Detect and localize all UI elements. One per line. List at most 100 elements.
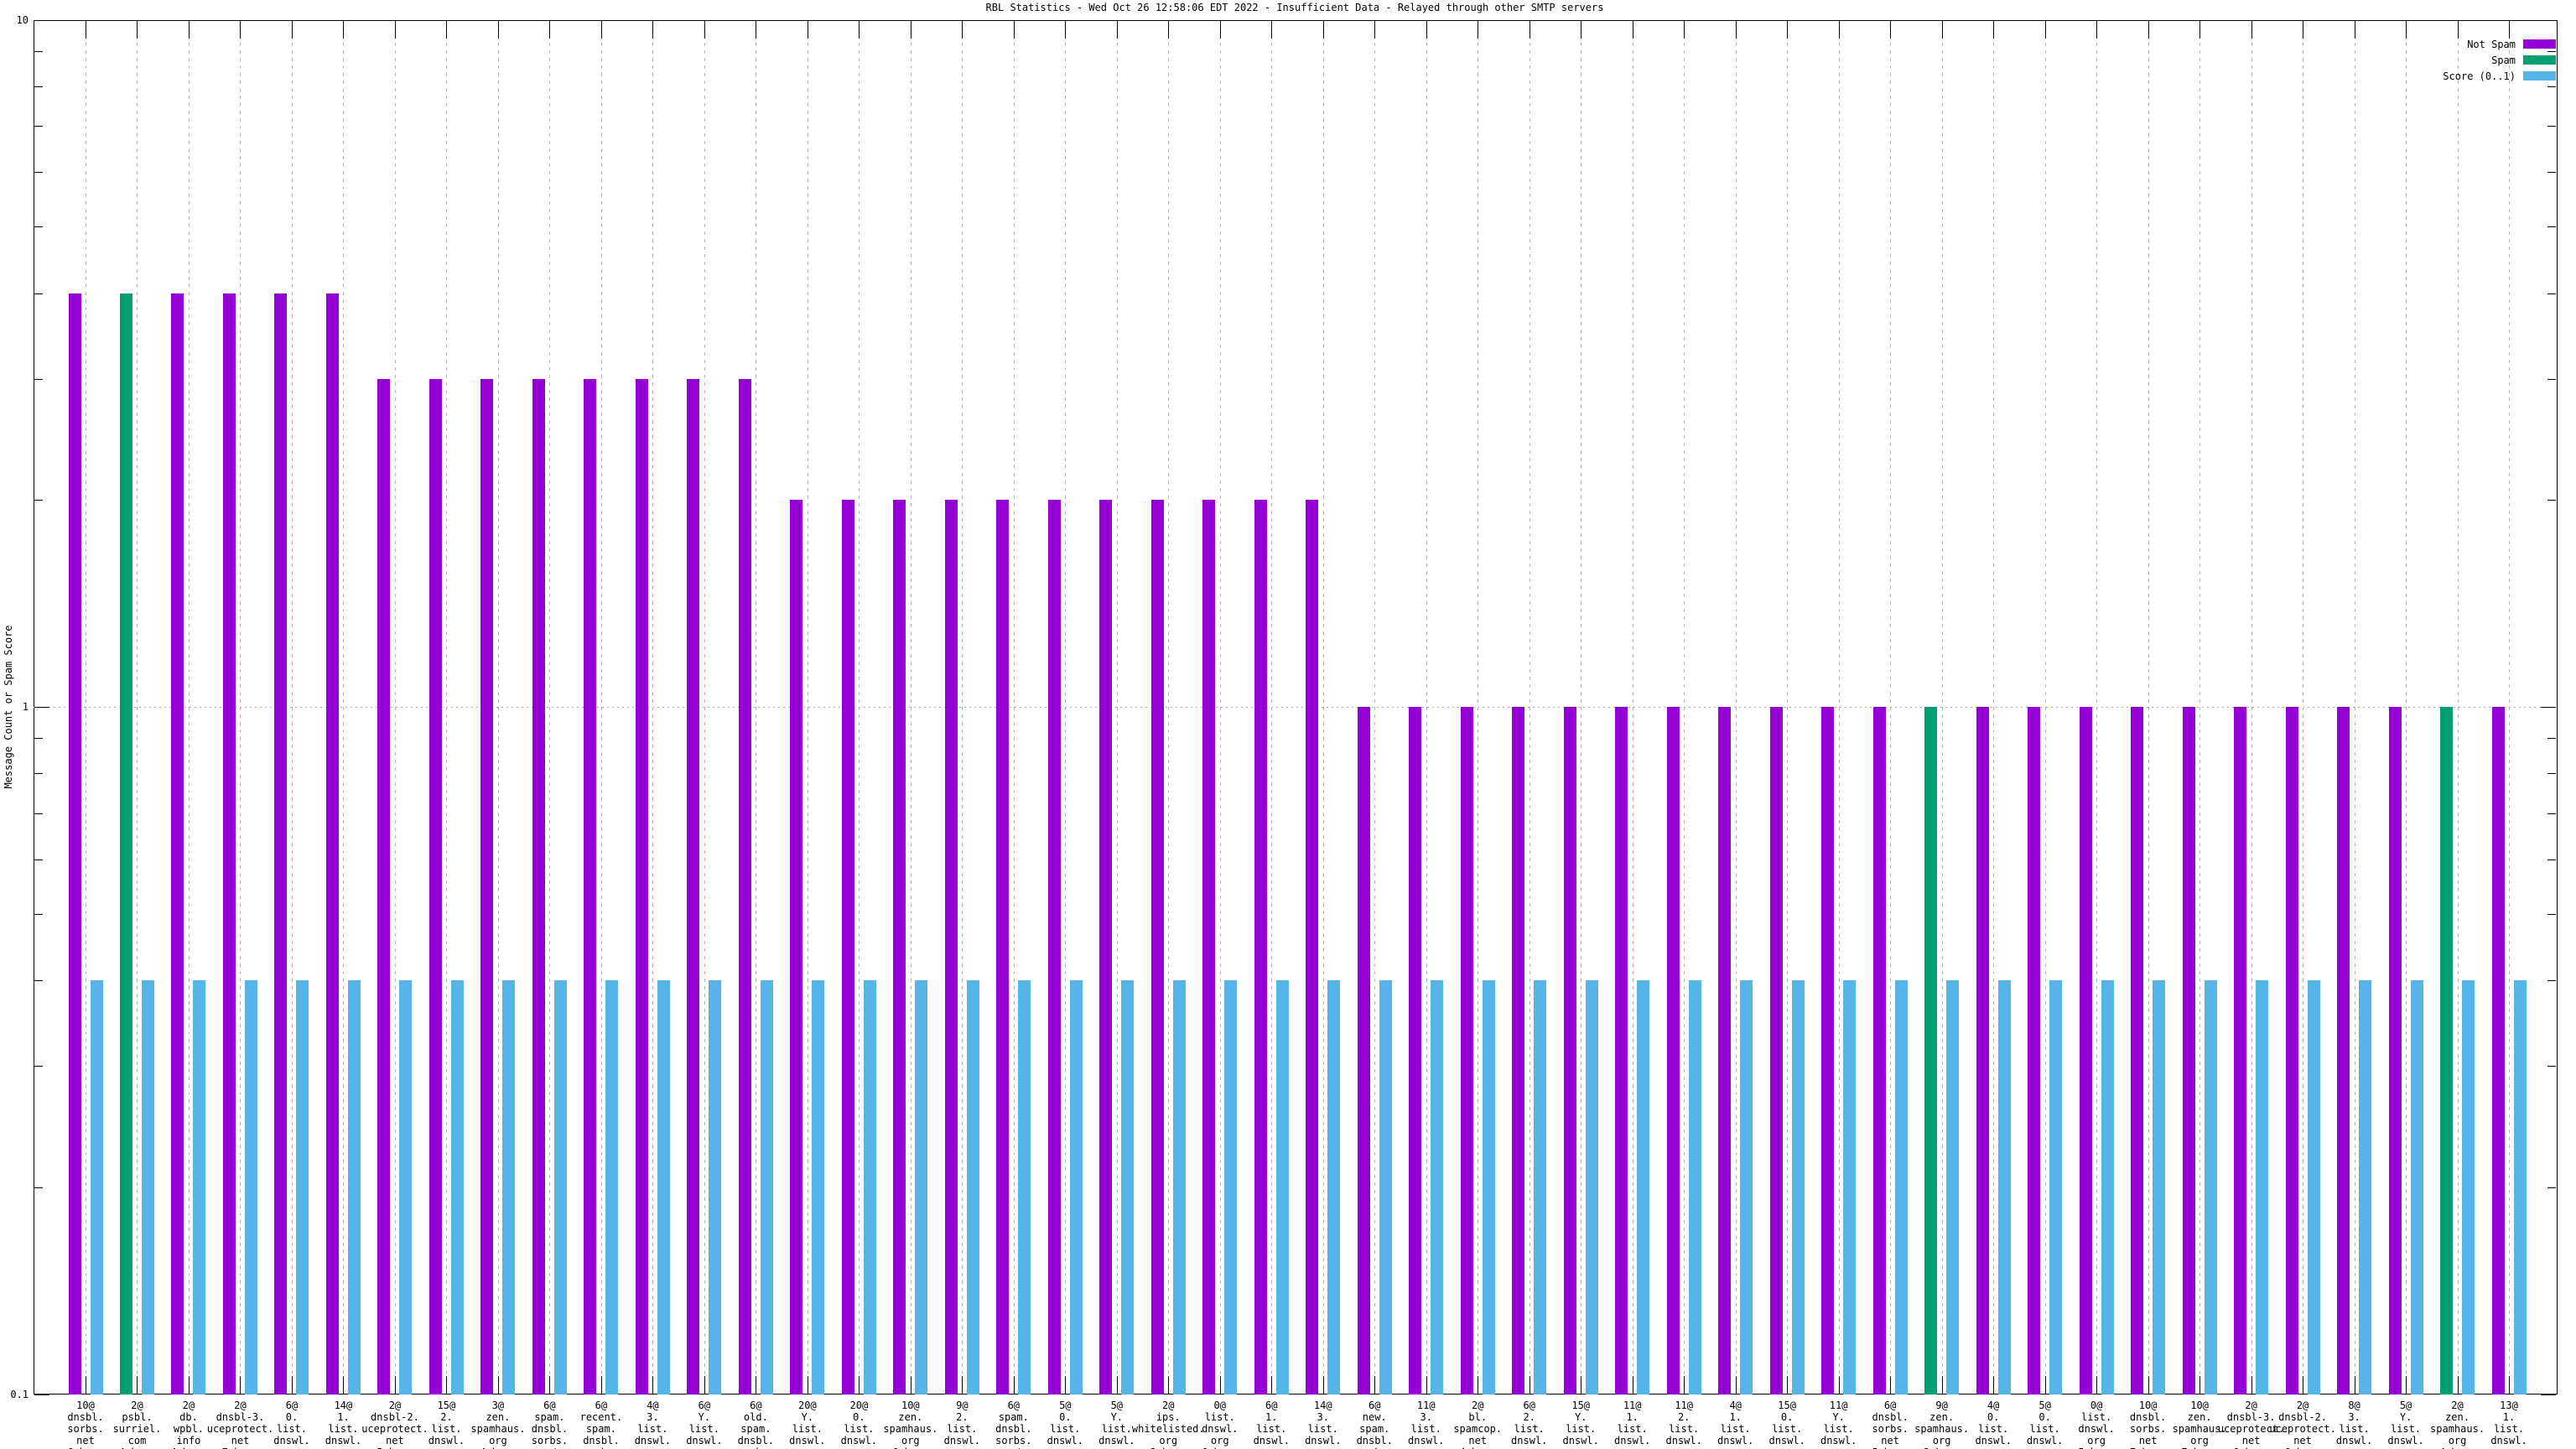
x-tick-label: 6@ Y. list. dnswl. org 4 hops (686, 1400, 723, 1449)
bar-score (2462, 980, 2475, 1394)
x-tick-top (2509, 20, 2510, 39)
y-tick-minor (2547, 980, 2556, 981)
bar-spam (2440, 707, 2453, 1394)
bar-score (1998, 980, 2011, 1394)
bar-not-spam (69, 293, 81, 1394)
bar-score (502, 980, 515, 1394)
x-tick-top (962, 20, 963, 39)
y-tick-minor (2547, 813, 2556, 814)
x-tick-bottom (2199, 1376, 2200, 1394)
y-tick-minor (34, 293, 43, 294)
x-tick-top (2458, 20, 2459, 39)
x-tick-top (292, 20, 293, 39)
bar-not-spam (171, 293, 184, 1394)
gridline-x (704, 20, 705, 1394)
x-tick-top (549, 20, 550, 39)
x-tick-bottom (343, 1376, 344, 1394)
x-tick-top (343, 20, 344, 39)
bar-not-spam (2337, 707, 2350, 1394)
bar-score (1070, 980, 1083, 1394)
gridline-x (2096, 20, 2097, 1394)
legend-swatch-spam (2523, 55, 2556, 65)
y-tick-minor (34, 226, 43, 227)
gridline-y1 (34, 707, 2557, 708)
gridline-x (2199, 20, 2200, 1394)
gridline-x (292, 20, 293, 1394)
x-tick-bottom (2406, 1376, 2407, 1394)
bar-score (1792, 980, 1805, 1394)
x-tick-top (1168, 20, 1169, 39)
y-tick-minor (2547, 500, 2556, 501)
x-tick-top (1065, 20, 1066, 39)
gridline-x (1065, 20, 1066, 1394)
bar-score (1483, 980, 1495, 1394)
gridline-x (1271, 20, 1272, 1394)
y-tick-minor (34, 172, 43, 173)
x-tick-label: 15@ Y. list. dnswl. org 3 hops (1562, 1400, 1599, 1449)
x-tick-bottom (962, 1376, 963, 1394)
bar-not-spam (945, 500, 958, 1394)
y-tick-minor (34, 86, 43, 87)
x-tick-bottom (1787, 1376, 1788, 1394)
bar-not-spam (1615, 707, 1628, 1394)
y-tick-major (2541, 707, 2556, 708)
x-tick-top (859, 20, 860, 39)
x-tick-label: 2@ dnsbl-2. uceprotect. net 5 hops (361, 1400, 428, 1449)
bar-score (812, 980, 824, 1394)
x-tick-label: 14@ 3. list. dnswl. org 1 hop (1305, 1400, 1342, 1449)
y-tick-minor (2547, 1187, 2556, 1188)
x-tick-top (498, 20, 499, 39)
x-tick-label: 15@ 0. list. dnswl. org 3 hops (1768, 1400, 1805, 1449)
x-tick-label: 10@ dnsbl. sorbs. net 7 hops (2129, 1400, 2167, 1449)
x-tick-label: 6@ 2. list. dnswl. org 4 hops (1511, 1400, 1548, 1449)
x-tick-label: 6@ 0. list. dnswl. org 2 hops (273, 1400, 310, 1449)
legend-swatch-score (2523, 71, 2556, 80)
x-tick-bottom (292, 1376, 293, 1394)
y-tick-minor (34, 1066, 43, 1067)
x-tick-bottom (2458, 1376, 2459, 1394)
bar-score (1534, 980, 1546, 1394)
x-tick-top (1426, 20, 1427, 39)
gridline-x (962, 20, 963, 1394)
bar-not-spam (1254, 500, 1267, 1394)
bar-score (2153, 980, 2165, 1394)
x-tick-label: 2@ dnsbl-3. uceprotect. net 7 hops (206, 1400, 274, 1449)
y-tick-minor (34, 813, 43, 814)
gridline-x (2509, 20, 2510, 1394)
gridline-x (498, 20, 499, 1394)
bar-not-spam (1099, 500, 1112, 1394)
x-tick-bottom (652, 1376, 653, 1394)
x-tick-label: 3@ zen. spamhaus. org 4 hops (470, 1400, 526, 1449)
x-tick-bottom (1890, 1376, 1891, 1394)
bar-score (605, 980, 618, 1394)
gridline-x (1323, 20, 1324, 1394)
bar-not-spam (326, 293, 339, 1394)
x-tick-top (1220, 20, 1221, 39)
y-tick-major (34, 707, 49, 708)
x-tick-bottom (2251, 1376, 2252, 1394)
y-tick-minor (2547, 86, 2556, 87)
x-tick-bottom (2509, 1376, 2510, 1394)
y-tick-minor (2547, 914, 2556, 915)
x-tick-bottom (1993, 1376, 1994, 1394)
x-tick-bottom (1839, 1376, 1840, 1394)
gridline-x (1787, 20, 1788, 1394)
bar-not-spam (2234, 707, 2246, 1394)
bar-not-spam (274, 293, 287, 1394)
x-tick-top (1787, 20, 1788, 39)
x-tick-top (1736, 20, 1737, 39)
bar-score (1431, 980, 1443, 1394)
bar-not-spam (842, 500, 854, 1394)
gridline-x (2251, 20, 2252, 1394)
bar-score (1946, 980, 1959, 1394)
bar-not-spam (1409, 707, 1421, 1394)
bar-not-spam (2183, 707, 2195, 1394)
y-tick-major (2541, 1394, 2556, 1395)
gridline-x (1839, 20, 1840, 1394)
x-tick-top (240, 20, 241, 39)
x-tick-label: 8@ 3. list. dnswl. org 2 hops (2335, 1400, 2373, 1449)
y-tick-minor (2547, 1066, 2556, 1067)
bar-score (2256, 980, 2268, 1394)
bar-not-spam (2286, 707, 2298, 1394)
bar-score (1637, 980, 1649, 1394)
